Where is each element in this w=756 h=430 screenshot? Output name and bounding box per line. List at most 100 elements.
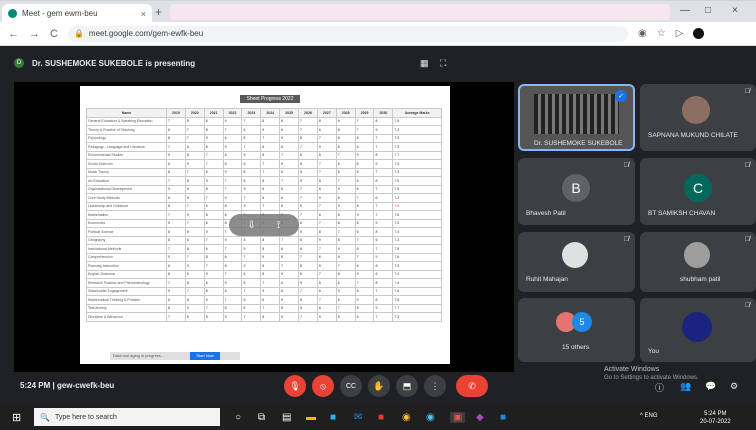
column-header: 2024 [260, 108, 281, 118]
table-cell: 9 [222, 235, 243, 245]
table-cell: 8 [203, 184, 224, 194]
table-cell: 6 [335, 159, 356, 169]
avatar: 5 [572, 312, 592, 332]
participant-tile[interactable]: 🎙̸ shubham patil [640, 232, 756, 292]
table-cell: 7.3 [392, 235, 442, 245]
captions-button[interactable]: CC [340, 375, 362, 397]
table-cell: 9 [260, 125, 281, 135]
sheet-status-button[interactable]: Start Now [190, 352, 220, 360]
close-window-button[interactable]: × [732, 5, 738, 16]
activities-icon[interactable]: ⚙ [730, 381, 738, 392]
table-cell: 7 [241, 252, 262, 262]
office-icon[interactable]: ■ [378, 412, 384, 423]
column-header: 2026 [298, 108, 318, 118]
table-cell: 9 [373, 303, 394, 313]
taskbar-app-icon[interactable]: ▤ [282, 412, 291, 423]
app-icon[interactable]: ■ [500, 412, 506, 423]
pin-icon[interactable]: ⇩ [247, 220, 255, 231]
chrome-icon[interactable]: ◉ [402, 412, 411, 423]
forward-arrow-icon[interactable]: → [29, 28, 40, 40]
end-call-button[interactable]: ✆ [456, 375, 488, 397]
maximize-button[interactable]: □ [705, 5, 711, 16]
new-tab-button[interactable]: + [155, 5, 162, 19]
column-header: 2020 [184, 108, 205, 118]
table-cell: 9 [279, 133, 300, 143]
table-cell: 7 [316, 159, 337, 169]
fullscreen-icon[interactable]: ⛶ [440, 58, 446, 69]
store-icon[interactable]: ■ [330, 412, 336, 423]
participant-tile-presenter[interactable]: ✓ Dr. SUSHEMOKE SUKEBOLE [518, 84, 635, 151]
meeting-info-icon[interactable]: ⓘ [655, 381, 664, 394]
raise-hand-button[interactable]: ✋ [368, 375, 390, 397]
mail-icon[interactable]: ✉ [354, 412, 362, 423]
chat-icon[interactable]: 💬 [705, 381, 716, 392]
table-cell: 9 [241, 184, 262, 194]
back-arrow-icon[interactable]: ← [8, 28, 19, 40]
system-tray[interactable]: ^ ENG [640, 413, 657, 419]
participant-name: You [648, 348, 659, 355]
bookmark-star-icon[interactable]: ☆ [657, 28, 666, 39]
taskbar-search-input[interactable]: 🔍 Type here to search [34, 408, 220, 426]
table-row: Research Practice and Phenomenology 7 8 6 9 8… [86, 278, 442, 288]
table-cell: 7 [298, 252, 318, 262]
participant-tile-self[interactable]: 🎙̸ You [640, 298, 756, 362]
participant-tile[interactable]: 🎙̸ C BT SAMIKSH CHAVAN [640, 158, 756, 225]
cortana-icon[interactable]: ○ [235, 412, 241, 423]
avatar: C [684, 174, 712, 202]
layout-icon[interactable]: ▦ [420, 58, 429, 69]
participant-tile-others[interactable]: 5 15 others [518, 298, 635, 362]
participant-tile[interactable]: 🎙̸ B Bhavesh Patil [518, 158, 635, 225]
row-label: Mathematical Thinking & Problem [86, 295, 167, 305]
participant-name: SAPNANA MUKUND CHILATE [648, 132, 738, 139]
table-row: English Grammar 8 6 9 7 6 8 9 6 7 8 9 6 7.4 [86, 269, 442, 279]
meet-favicon-icon [8, 9, 17, 18]
table-cell: 9 [354, 210, 375, 220]
mic-off-icon: 🎙̸ [744, 302, 750, 309]
task-view-icon[interactable]: ⧉ [258, 412, 265, 423]
edge-icon[interactable]: ◉ [426, 412, 435, 423]
table-cell: 8 [373, 116, 394, 126]
table-cell: 8 [316, 150, 337, 160]
search-icon: 🔍 [40, 412, 50, 422]
table-cell: 8 [166, 303, 186, 313]
extensions-icon[interactable]: ▷ [676, 28, 684, 39]
file-explorer-icon[interactable]: ▬ [306, 412, 316, 423]
reload-icon[interactable]: C [50, 28, 58, 40]
mic-off-icon: 🎙̸ [623, 236, 629, 243]
pinned-icon[interactable]: ✓ [615, 90, 627, 102]
camera-toggle-button[interactable]: ⦸ [312, 375, 334, 397]
table-cell: 6 [184, 184, 205, 194]
table-cell: 6 [316, 286, 337, 296]
table-cell: 9 [279, 295, 300, 305]
tab-close-icon[interactable]: × [141, 9, 146, 19]
participant-tile[interactable]: 🎙̸ Ruhit Mahajan [518, 232, 635, 292]
participant-name: 15 others [562, 344, 590, 351]
table-row: Social Sciences 6 9 7 8 6 7 9 8 7 6 8 9 7.5 [86, 159, 442, 169]
minimize-button[interactable]: — [680, 5, 690, 16]
table-cell: 6 [241, 303, 262, 313]
app-icon[interactable]: ◆ [476, 412, 484, 423]
taskbar-clock[interactable]: 5:24 PM 20-07-2022 [700, 410, 731, 426]
table-cell: 6 [222, 286, 243, 296]
participant-tile[interactable]: 🎙̸ SAPNANA MUKUND CHILATE [640, 84, 756, 151]
windows-start-icon[interactable]: ⊞ [12, 411, 21, 424]
url-field[interactable]: 🔒 meet.google.com/gem-ewfk-beu [67, 25, 628, 42]
presenting-banner: D Dr. SUSHEMOKE SUKEBOLE is presenting [14, 55, 434, 71]
mic-toggle-button[interactable]: 🎙 [284, 375, 306, 397]
table-cell: 7 [354, 278, 375, 288]
active-app-icon[interactable]: ▣ [450, 412, 466, 423]
present-button[interactable]: ⬒ [396, 375, 418, 397]
table-cell: 6 [222, 252, 243, 262]
browser-tabbar: Meet - gem ewm-beu × + — □ × [0, 0, 756, 23]
table-cell: 8 [298, 244, 318, 254]
profile-avatar[interactable] [693, 28, 705, 39]
people-icon[interactable]: 👥 [680, 381, 691, 392]
table-cell: 9 [335, 244, 356, 254]
table-cell: 7.5 [392, 159, 442, 169]
row-label: Organizational Development [86, 184, 167, 194]
table-cell: 6 [279, 278, 300, 288]
browser-tab[interactable]: Meet - gem ewm-beu × [2, 4, 152, 23]
more-options-button[interactable]: ⋮ [424, 375, 446, 397]
hide-presentation-icon[interactable]: ⟟ [277, 220, 281, 231]
camera-status-icon[interactable]: ◉ [638, 28, 647, 39]
